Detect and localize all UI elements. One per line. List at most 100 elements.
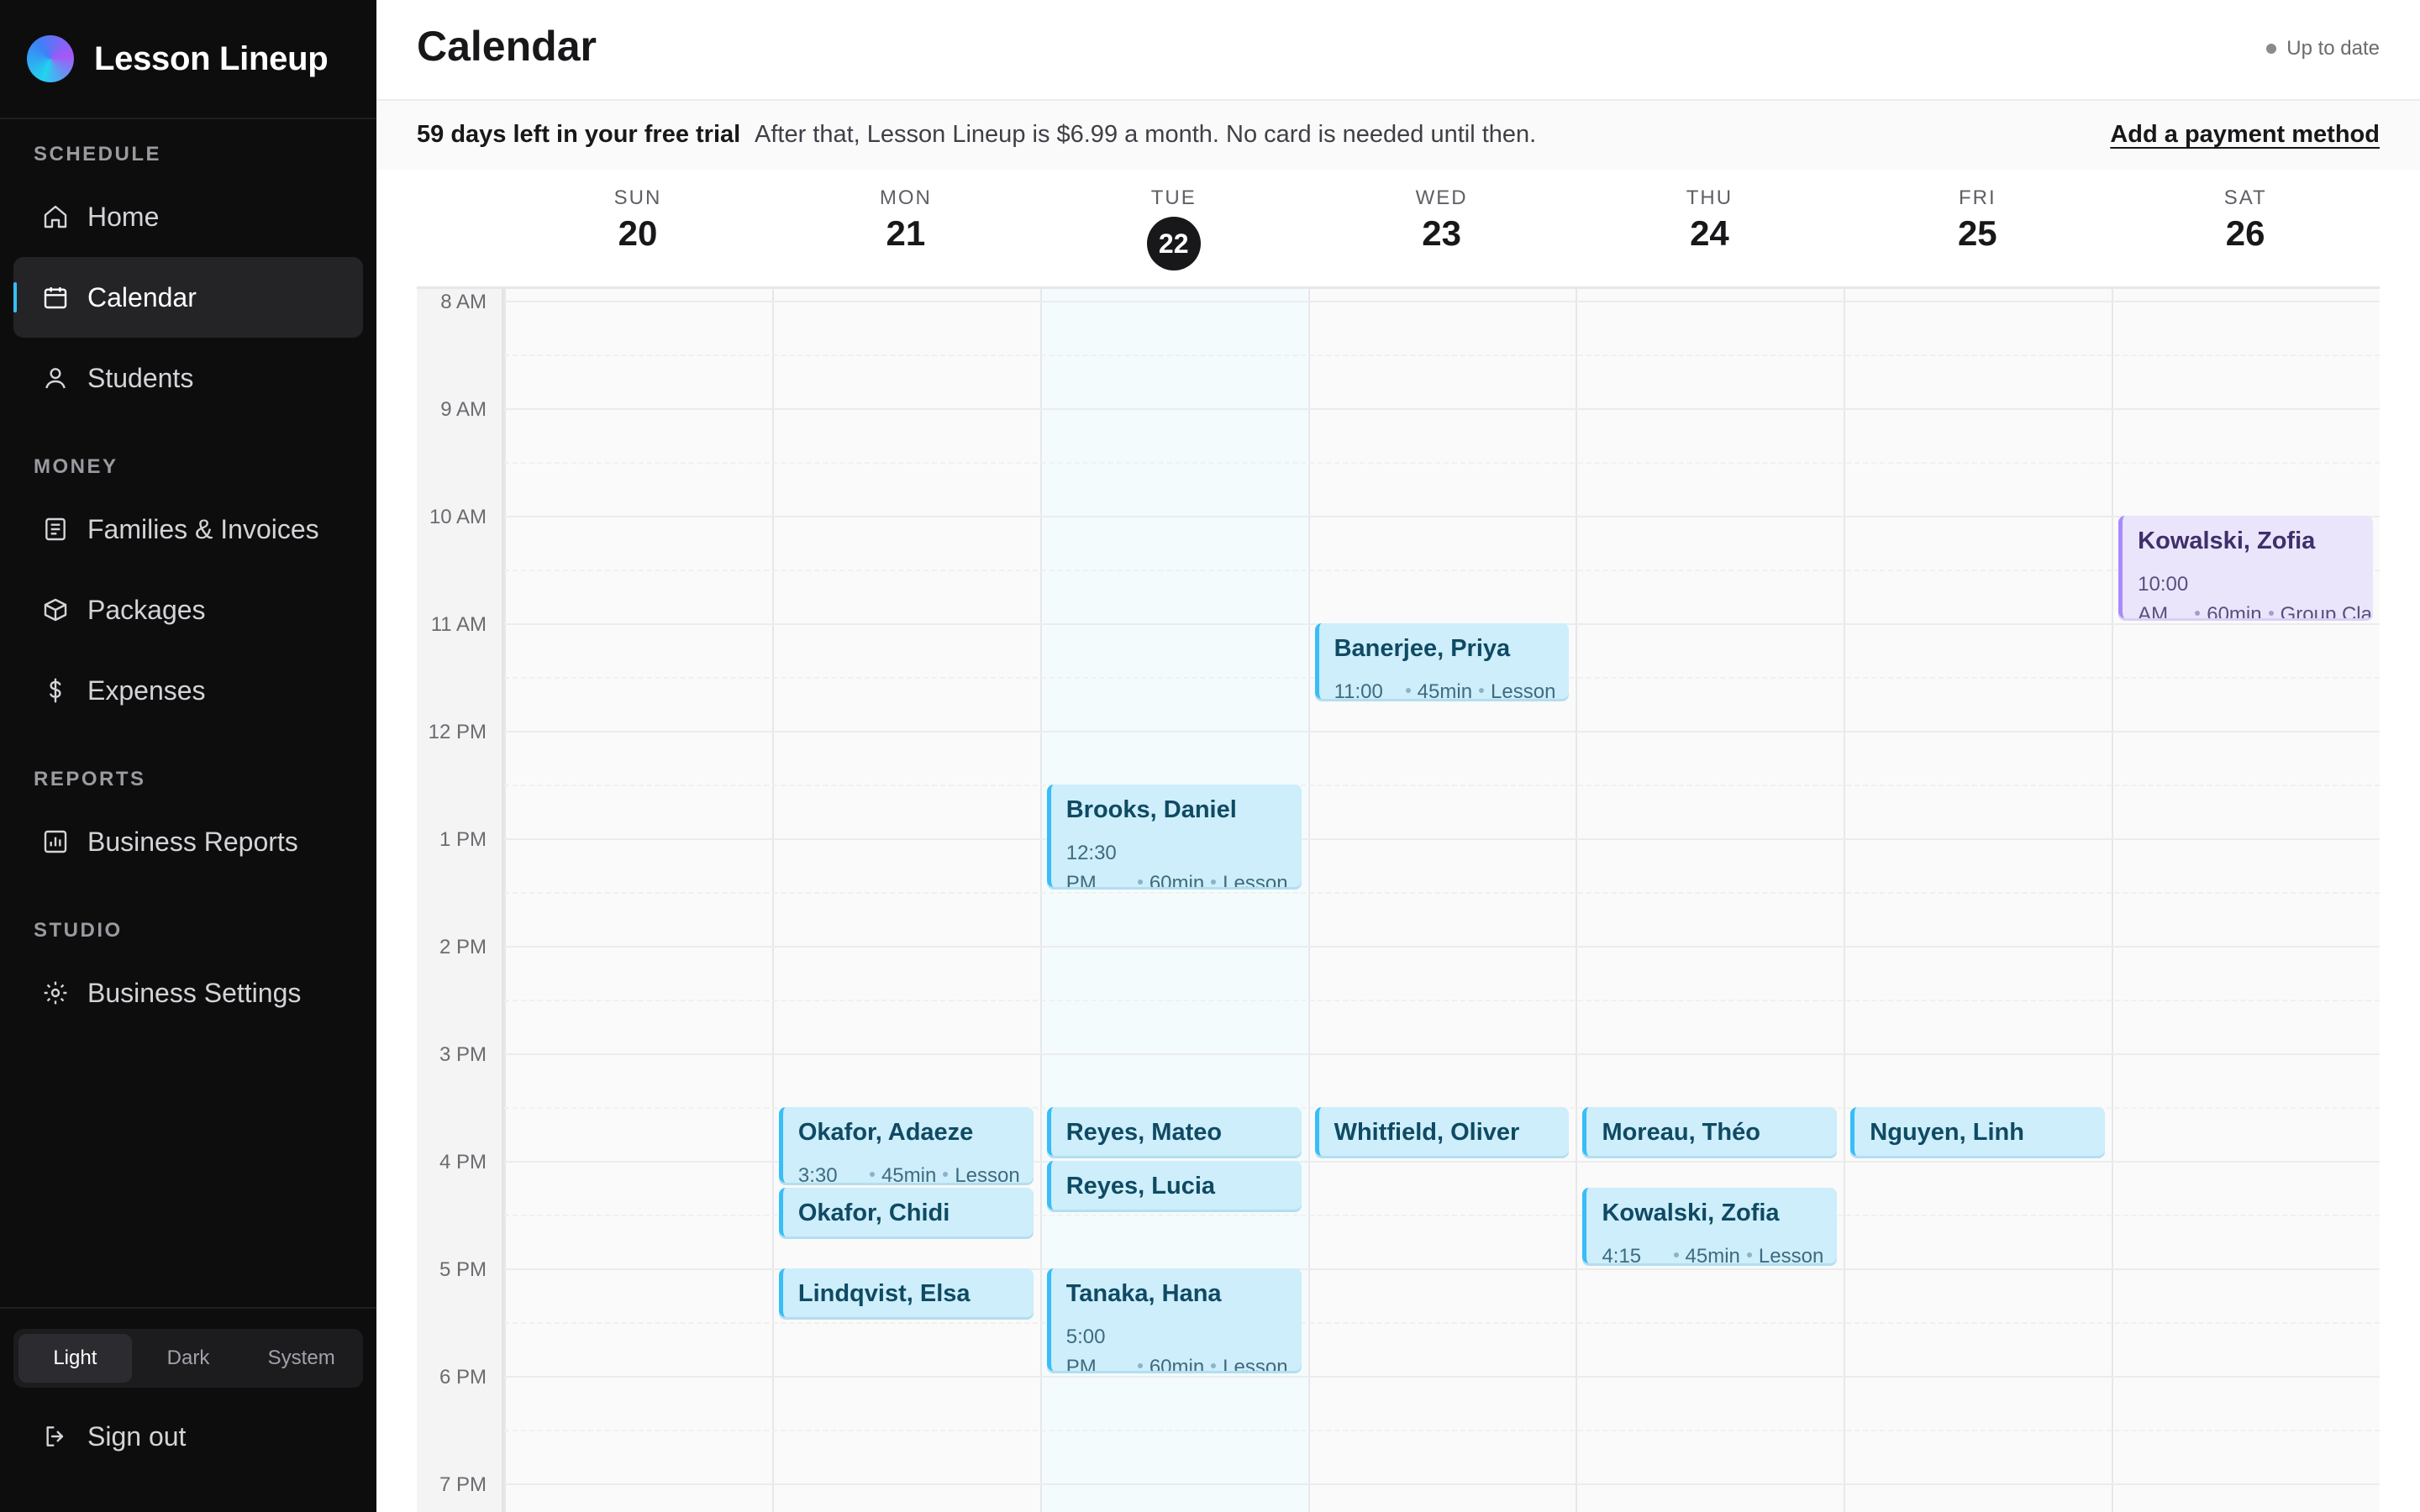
day-header-tue[interactable]: TUE 22	[1040, 171, 1307, 289]
calendar-event[interactable]: Okafor, Chidi	[778, 1188, 1034, 1236]
calendar-event[interactable]: Okafor, Adaeze 3:30 45min Lesson	[778, 1107, 1034, 1183]
day-column-sat[interactable]	[2112, 289, 2379, 1512]
day-header-fri[interactable]: FRI 25	[1844, 171, 2111, 289]
add-payment-method-link[interactable]: Add a payment method	[2110, 121, 2380, 149]
hour-gridline	[504, 1053, 2380, 1055]
half-hour-gridline	[504, 892, 2380, 894]
calendar-event[interactable]: Lindqvist, Elsa	[778, 1268, 1034, 1317]
sidebar-item-label: Families & Invoices	[87, 513, 319, 544]
event-details: 60min Lesson	[1131, 869, 1288, 887]
event-duration: 45min	[1417, 680, 1473, 699]
half-hour-gridline	[504, 1000, 2380, 1001]
sidebar-item-packages[interactable]: Packages	[13, 570, 363, 650]
event-time: 3:30	[797, 1164, 838, 1183]
separator-dot-icon	[1137, 879, 1143, 885]
calendar-event[interactable]: Reyes, Mateo	[1046, 1107, 1302, 1156]
time-label: 1 PM	[439, 828, 487, 851]
brand[interactable]: Lesson Lineup	[27, 34, 329, 84]
event-kind: Lesson	[955, 1164, 1020, 1183]
event-meta: 3:30 45min Lesson	[798, 1161, 1020, 1183]
day-name: WED	[1415, 186, 1468, 209]
event-student-name: Reyes, Lucia	[1065, 1173, 1216, 1200]
separator-dot-icon	[1137, 1362, 1143, 1368]
calendar-event[interactable]: Nguyen, Linh	[1850, 1107, 2106, 1156]
time-label: 5 PM	[439, 1258, 487, 1281]
sidebar-item-expenses[interactable]: Expenses	[13, 650, 363, 731]
calendar-icon	[40, 282, 71, 312]
section-label-schedule: SCHEDULE	[34, 143, 162, 165]
day-column-sun[interactable]	[504, 289, 771, 1512]
day-column-thu[interactable]	[1576, 289, 1843, 1512]
event-kind: Lesson	[1223, 1356, 1288, 1371]
event-student-name: Okafor, Adaeze	[797, 1119, 974, 1146]
calendar-header: SUN 20 MON 21 TUE 22 WED 23 THU 24 FRI 25 SAT 26	[417, 171, 2380, 289]
sidebar-item-business-settings[interactable]: Business Settings	[13, 953, 363, 1033]
sidebar-item-families-invoices[interactable]: Families & Invoices	[13, 489, 363, 570]
event-kind: Lesson	[1758, 1245, 1824, 1263]
separator-dot-icon	[1479, 687, 1485, 693]
separator-dot-icon	[1746, 1252, 1752, 1257]
hour-gridline	[504, 301, 2380, 302]
sign-out-icon	[40, 1421, 71, 1452]
day-number: 23	[1422, 213, 1461, 253]
event-student-name: Tanaka, Hana	[1065, 1280, 1222, 1307]
time-gutter: 8 AM 9 AM 10 AM 11 AM 12 PM 1 PM 2 PM 3 PM 4 PM 5…	[417, 289, 504, 1512]
day-header-mon[interactable]: MON 21	[772, 171, 1039, 289]
theme-option-dark[interactable]: Dark	[132, 1334, 245, 1383]
calendar-event[interactable]: Tanaka, Hana 5:00 PM 60min Lesson	[1046, 1268, 1302, 1371]
theme-switch: Light Dark System	[13, 1329, 363, 1388]
day-header-wed[interactable]: WED 23	[1308, 171, 1576, 289]
time-label: 8 AM	[440, 291, 487, 313]
day-header-sun[interactable]: SUN 20	[504, 171, 771, 289]
event-student-name: Nguyen, Linh	[1870, 1119, 2024, 1146]
calendar-event[interactable]: Whitfield, Oliver	[1314, 1107, 1570, 1156]
calendar-event[interactable]: Kowalski, Zofia 4:15 45min Lesson	[1582, 1188, 1838, 1263]
event-details: 60min Group Class	[2188, 600, 2373, 618]
separator-dot-icon	[2268, 610, 2274, 616]
day-column-mon[interactable]	[771, 289, 1039, 1512]
sidebar-item-business-reports[interactable]: Business Reports	[13, 801, 363, 882]
event-student-name: Reyes, Mateo	[1065, 1119, 1223, 1146]
event-duration: 45min	[881, 1164, 937, 1183]
sign-out-label: Sign out	[87, 1420, 187, 1452]
calendar-event[interactable]: Kowalski, Zofia 10:00 AM 60min Group Class	[2118, 516, 2374, 618]
separator-dot-icon	[2195, 610, 2201, 616]
sidebar-item-students[interactable]: Students	[13, 338, 363, 418]
day-column-fri[interactable]	[1844, 289, 2111, 1512]
theme-option-system[interactable]: System	[245, 1334, 358, 1383]
user-icon	[40, 363, 71, 393]
calendar-event[interactable]: Reyes, Lucia	[1046, 1161, 1302, 1210]
event-kind: Lesson	[1491, 680, 1556, 699]
day-name: SAT	[2223, 186, 2267, 209]
hour-gridline	[504, 516, 2380, 517]
day-header-sat[interactable]: SAT 26	[2112, 171, 2379, 289]
section-label-studio: STUDIO	[34, 919, 123, 942]
event-details: 45min Lesson	[1667, 1242, 1824, 1263]
theme-option-light[interactable]: Light	[18, 1334, 132, 1383]
calendar-event[interactable]: Banerjee, Priya 11:00 45min Lesson	[1314, 623, 1570, 699]
sidebar-item-home[interactable]: Home	[13, 176, 363, 257]
sidebar-item-label: Business Reports	[87, 826, 298, 857]
sidebar-divider	[0, 118, 376, 119]
event-student-name: Whitfield, Oliver	[1334, 1119, 1520, 1146]
separator-dot-icon	[869, 1171, 875, 1177]
calendar-event[interactable]: Brooks, Daniel 12:30 PM 60min Lesson	[1046, 785, 1302, 887]
hour-gridline	[504, 838, 2380, 840]
calendar-event[interactable]: Moreau, Théo	[1582, 1107, 1838, 1156]
event-time: 4:15	[1602, 1245, 1642, 1263]
sign-out-button[interactable]: Sign out	[13, 1396, 363, 1477]
day-number: 21	[886, 213, 926, 253]
sidebar-footer-divider	[0, 1307, 376, 1309]
hour-gridline	[504, 731, 2380, 732]
separator-dot-icon	[1211, 879, 1217, 885]
day-header-thu[interactable]: THU 24	[1576, 171, 1843, 289]
half-hour-gridline	[504, 354, 2380, 356]
day-column-wed[interactable]	[1307, 289, 1576, 1512]
sidebar-item-calendar[interactable]: Calendar	[13, 257, 363, 338]
event-time: 12:30 PM	[1065, 842, 1117, 887]
separator-dot-icon	[943, 1171, 949, 1177]
event-details: 45min Lesson	[863, 1161, 1020, 1183]
event-meta: 12:30 PM 60min Lesson	[1066, 838, 1288, 887]
time-label: 9 AM	[440, 398, 487, 421]
gear-icon	[40, 978, 71, 1008]
